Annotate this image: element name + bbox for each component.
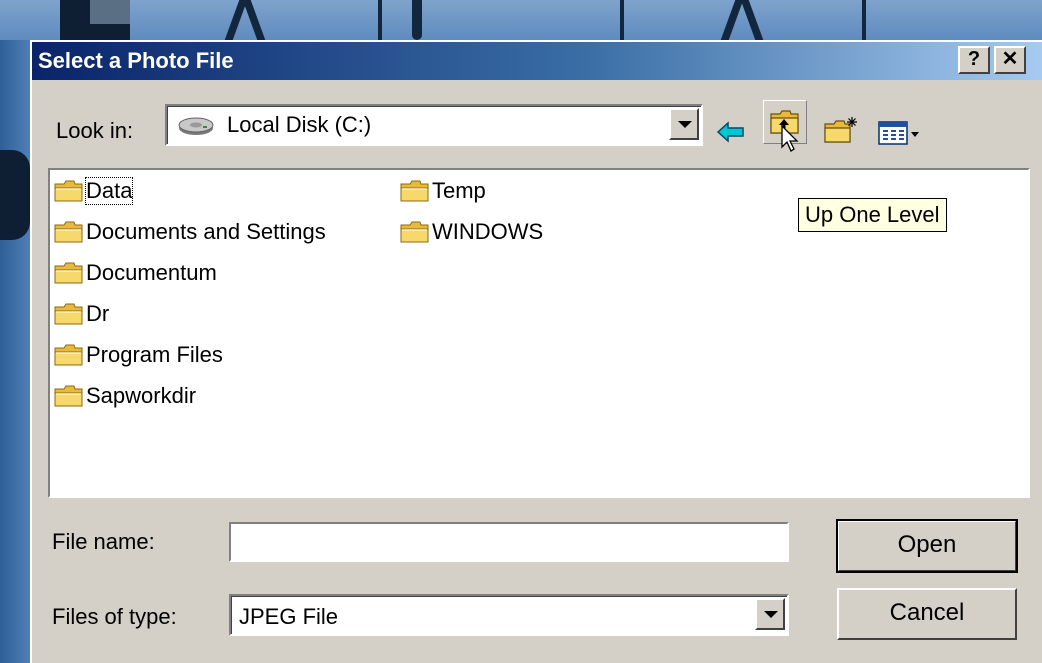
list-item-folder[interactable]: Data bbox=[54, 174, 134, 208]
title-bar[interactable]: Select a Photo File ? ✕ bbox=[32, 42, 1042, 80]
folder-icon bbox=[54, 384, 84, 408]
file-type-dropdown-button[interactable] bbox=[755, 598, 785, 630]
open-button[interactable]: Open bbox=[836, 519, 1018, 573]
file-name-label: File name: bbox=[52, 529, 155, 554]
list-item-label: Documentum bbox=[86, 260, 217, 285]
list-item-folder[interactable]: WINDOWS bbox=[400, 215, 543, 249]
folder-icon bbox=[54, 343, 84, 367]
cancel-button[interactable]: Cancel bbox=[837, 588, 1017, 640]
window-title: Select a Photo File bbox=[38, 48, 234, 73]
list-item-folder[interactable]: Dr bbox=[54, 297, 109, 331]
close-button[interactable]: ✕ bbox=[994, 46, 1026, 74]
file-name-input[interactable] bbox=[229, 522, 789, 562]
hard-drive-icon bbox=[178, 117, 214, 135]
list-item-folder[interactable]: Documentum bbox=[54, 256, 217, 290]
back-arrow-icon[interactable] bbox=[716, 112, 746, 152]
list-item-label: Data bbox=[84, 177, 134, 205]
look-in-combobox[interactable]: Local Disk (C:) bbox=[165, 104, 703, 146]
folder-icon bbox=[54, 179, 84, 203]
look-in-label: Look in: bbox=[56, 118, 134, 143]
list-item-label: WINDOWS bbox=[432, 219, 544, 244]
look-in-dropdown-button[interactable] bbox=[669, 108, 699, 140]
list-item-folder[interactable]: Temp bbox=[400, 174, 486, 208]
folder-icon bbox=[54, 302, 84, 326]
up-one-level-button[interactable] bbox=[763, 100, 807, 152]
folder-icon bbox=[400, 179, 430, 203]
background-window-strip bbox=[0, 0, 1042, 40]
help-button[interactable]: ? bbox=[958, 46, 990, 74]
list-item-folder[interactable]: Program Files bbox=[54, 338, 223, 372]
list-item-label: Sapworkdir bbox=[86, 383, 197, 408]
background-decoration bbox=[0, 150, 30, 240]
file-type-label: Files of type: bbox=[52, 604, 177, 629]
folder-icon bbox=[54, 220, 84, 244]
background-window-edge bbox=[0, 40, 30, 663]
file-type-combobox[interactable]: JPEG File bbox=[229, 594, 789, 636]
file-type-value: JPEG File bbox=[239, 604, 339, 629]
open-file-dialog: Select a Photo File ? ✕ Look in: Local D… bbox=[30, 40, 1042, 663]
view-menu-icon[interactable] bbox=[878, 114, 922, 154]
list-item-label: Dr bbox=[86, 301, 110, 326]
folder-icon bbox=[54, 261, 84, 285]
folder-icon bbox=[400, 220, 430, 244]
list-item-folder[interactable]: Sapworkdir bbox=[54, 379, 196, 413]
list-item-label: Documents and Settings bbox=[86, 219, 326, 244]
tooltip: Up One Level bbox=[798, 198, 947, 232]
look-in-value: Local Disk (C:) bbox=[227, 112, 372, 137]
mouse-cursor-icon bbox=[781, 125, 799, 152]
list-item-label: Program Files bbox=[86, 342, 223, 367]
list-item-folder[interactable]: Documents and Settings bbox=[54, 215, 326, 249]
list-item-label: Temp bbox=[432, 178, 486, 203]
new-folder-icon[interactable] bbox=[824, 110, 860, 150]
